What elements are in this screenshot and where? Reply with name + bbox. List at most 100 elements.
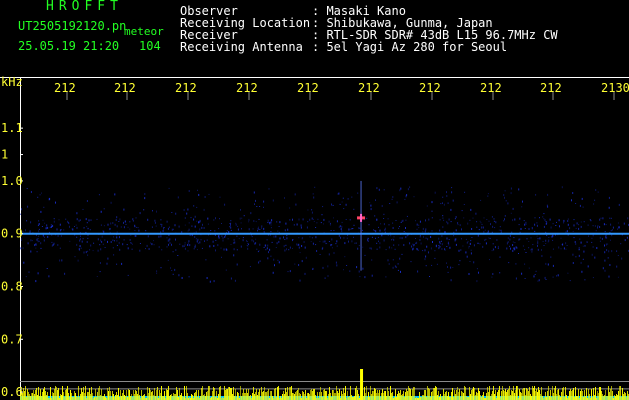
spectrum-bar [411,396,412,400]
noise-speck [418,224,420,226]
spectrum-bar [469,387,470,400]
spectrum-bar [377,390,378,400]
noise-speck [292,239,294,241]
noise-speck [423,235,424,238]
spectrum-bar [558,389,559,400]
noise-speck [526,238,528,240]
noise-speck [584,245,586,247]
noise-speck [431,264,433,266]
spectrum-bar [186,386,187,400]
x-tick-labels: 212 212 212 212 212 212 212 212 212 2130 [54,81,629,100]
spectrum-bar [297,390,298,400]
noise-speck [259,260,261,262]
noise-speck [279,237,281,240]
noise-speck [196,249,198,251]
noise-speck [608,275,610,278]
noise-speck [193,205,195,207]
noise-speck [513,237,515,239]
noise-speck [112,239,114,241]
noise-speck [491,250,493,252]
noise-speck [167,239,169,242]
noise-speck [504,215,506,217]
noise-speck [407,188,409,191]
noise-speck [335,261,337,264]
spectrum-bar [535,391,536,400]
noise-speck [301,260,303,263]
noise-speck [558,246,560,249]
noise-speck [556,275,557,277]
spectrum-bar [160,393,161,400]
noise-speck [410,261,412,263]
spectrum-bar [200,396,201,400]
noise-speck [87,254,89,256]
noise-speck [267,222,268,223]
noise-speck [333,252,335,254]
noise-speck [513,248,514,250]
noise-speck [452,199,454,202]
spectrum-bar [218,394,219,400]
spectrum-bar [267,391,268,400]
noise-speck [168,226,170,228]
noise-speck [47,235,49,238]
spectrum-bar [169,396,170,400]
noise-speck [395,220,397,221]
spectrum-bar [194,393,195,400]
noise-speck [591,253,593,256]
noise-speck [289,246,291,249]
spectrum-bar [408,386,409,400]
noise-speck [273,258,275,261]
noise-speck [298,246,300,249]
spectrum-bar [562,388,563,400]
spectrum-bar [566,395,567,400]
spectrum-bar [619,386,620,400]
noise-speck [441,248,443,250]
noise-speck [388,224,390,226]
noise-speck [535,194,537,196]
noise-speck [444,248,446,251]
noise-speck [106,262,108,265]
noise-speck [379,242,381,245]
noise-speck [384,227,386,230]
noise-speck [283,236,284,239]
spectrum-bar [338,393,339,400]
noise-speck [80,235,81,237]
noise-speck [441,240,442,242]
spectrum-bar [563,387,564,400]
spectrum-bar [391,393,392,400]
noise-speck [304,272,306,275]
noise-speck [199,241,201,244]
noise-speck [559,225,560,228]
spectrum-bar [62,386,63,400]
noise-speck [438,245,440,246]
noise-speck [298,218,300,221]
noise-speck [478,271,479,274]
noise-speck [550,256,552,258]
noise-speck [127,226,129,228]
noise-speck [353,236,354,238]
spectrum-bar [618,391,619,400]
spectrum-bar [324,389,325,400]
noise-speck [251,239,253,242]
noise-speck [405,227,406,229]
noise-speck [248,221,250,223]
noise-speck [194,244,196,247]
noise-speck [321,214,323,216]
spectrum-bar [363,396,364,400]
noise-speck [99,271,101,273]
noise-speck [509,234,511,237]
spectrum-bar [142,396,143,400]
noise-speck [485,238,487,240]
noise-speck [220,247,222,249]
noise-speck [599,240,601,242]
noise-speck [78,219,80,222]
noise-speck [86,222,88,224]
noise-speck [230,229,232,231]
spectrum-bar [374,388,375,400]
spectrum-bar [168,386,169,400]
noise-speck [469,219,471,221]
spectrum-bar [471,390,472,400]
noise-speck [288,249,290,251]
noise-speck [278,261,280,264]
noise-speck [42,219,44,221]
noise-speck [489,237,491,239]
